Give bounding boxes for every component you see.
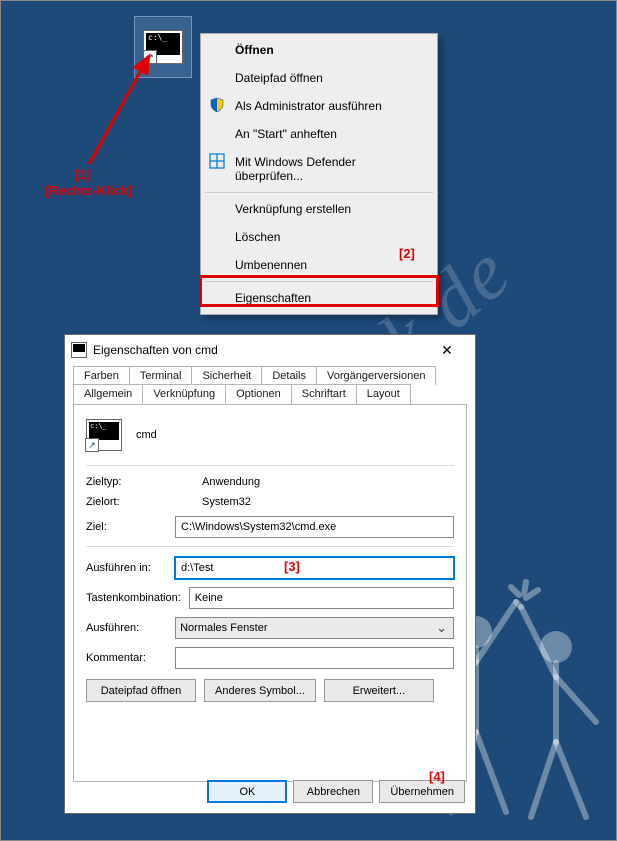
target-label: Ziel: [86, 521, 167, 533]
run-select[interactable]: Normales Fenster [175, 617, 454, 639]
annotation-label-1: [Rechts-Klick] [45, 183, 132, 198]
tab-panel-shortcut: ↗ cmd Zieltyp: Anwendung Zielort: System… [73, 404, 467, 782]
ctx-run-admin-label: Als Administrator ausführen [235, 99, 382, 113]
ctx-create-shortcut[interactable]: Verknüpfung erstellen [201, 195, 437, 223]
startin-input[interactable] [175, 557, 454, 579]
tab-colors[interactable]: Farben [73, 366, 130, 385]
shortcut-name: cmd [136, 429, 157, 441]
tab-options[interactable]: Optionen [225, 384, 292, 404]
startin-label: Ausführen in: [86, 562, 167, 574]
hotkey-label: Tastenkombination: [86, 592, 181, 604]
shortcut-overlay-icon: ↗ [143, 50, 157, 64]
cmd-icon [71, 342, 87, 358]
titlebar[interactable]: Eigenschaften von cmd ✕ [65, 335, 475, 365]
target-loc-value: System32 [202, 496, 454, 508]
cancel-button[interactable]: Abbrechen [293, 780, 373, 803]
annotation-marker-1: [1] [75, 167, 91, 182]
close-button[interactable]: ✕ [425, 338, 469, 363]
ctx-open-path[interactable]: Dateipfad öffnen [201, 64, 437, 92]
tab-font[interactable]: Schriftart [291, 384, 357, 404]
ctx-separator [205, 281, 433, 282]
ctx-open[interactable]: Öffnen [201, 36, 437, 64]
annotation-marker-3: [3] [284, 559, 300, 574]
divider [86, 546, 454, 547]
desktop-shortcut-cmd[interactable]: ↗ [134, 16, 192, 78]
shield-icon [209, 97, 225, 113]
ctx-defender-label: Mit Windows Defender überprüfen... [235, 155, 356, 183]
tab-shortcut[interactable]: Verknüpfung [142, 384, 226, 404]
cmd-icon: ↗ [86, 419, 122, 451]
tab-layout[interactable]: Layout [356, 384, 411, 404]
hotkey-input[interactable] [189, 587, 454, 609]
target-type-value: Anwendung [202, 476, 454, 488]
divider [86, 465, 454, 466]
properties-dialog: Eigenschaften von cmd ✕ Farben Terminal … [64, 334, 476, 814]
annotation-marker-4: [4] [429, 769, 445, 784]
window-title: Eigenschaften von cmd [93, 343, 218, 357]
comment-input[interactable] [175, 647, 454, 669]
cmd-icon: ↗ [143, 30, 183, 64]
context-menu: Öffnen Dateipfad öffnen Als Administrato… [200, 33, 438, 315]
ctx-run-admin[interactable]: Als Administrator ausführen [201, 92, 437, 120]
tab-terminal[interactable]: Terminal [129, 366, 193, 385]
tab-row-1: Farben Terminal Sicherheit Details Vorgä… [65, 365, 475, 384]
run-select-value: Normales Fenster [180, 622, 267, 634]
ctx-pin-start[interactable]: An "Start" anheften [201, 120, 437, 148]
change-icon-button[interactable]: Anderes Symbol... [204, 679, 316, 702]
tab-security[interactable]: Sicherheit [191, 366, 262, 385]
apply-button[interactable]: Übernehmen [379, 780, 465, 803]
ctx-defender[interactable]: Mit Windows Defender überprüfen... [201, 148, 437, 190]
run-label: Ausführen: [86, 622, 167, 634]
ok-button[interactable]: OK [207, 780, 287, 803]
tab-details[interactable]: Details [261, 366, 317, 385]
ctx-separator [205, 192, 433, 193]
defender-icon [209, 153, 225, 169]
target-type-label: Zieltyp: [86, 476, 194, 488]
annotation-marker-2: [2] [399, 246, 415, 261]
target-input[interactable] [175, 516, 454, 538]
open-path-button[interactable]: Dateipfad öffnen [86, 679, 196, 702]
tab-prev-versions[interactable]: Vorgängerversionen [316, 366, 436, 385]
target-loc-label: Zielort: [86, 496, 194, 508]
tab-row-2: Allgemein Verknüpfung Optionen Schriftar… [65, 384, 475, 404]
tab-general[interactable]: Allgemein [73, 384, 143, 404]
advanced-button[interactable]: Erweitert... [324, 679, 434, 702]
comment-label: Kommentar: [86, 652, 167, 664]
ctx-properties[interactable]: Eigenschaften [201, 284, 437, 312]
